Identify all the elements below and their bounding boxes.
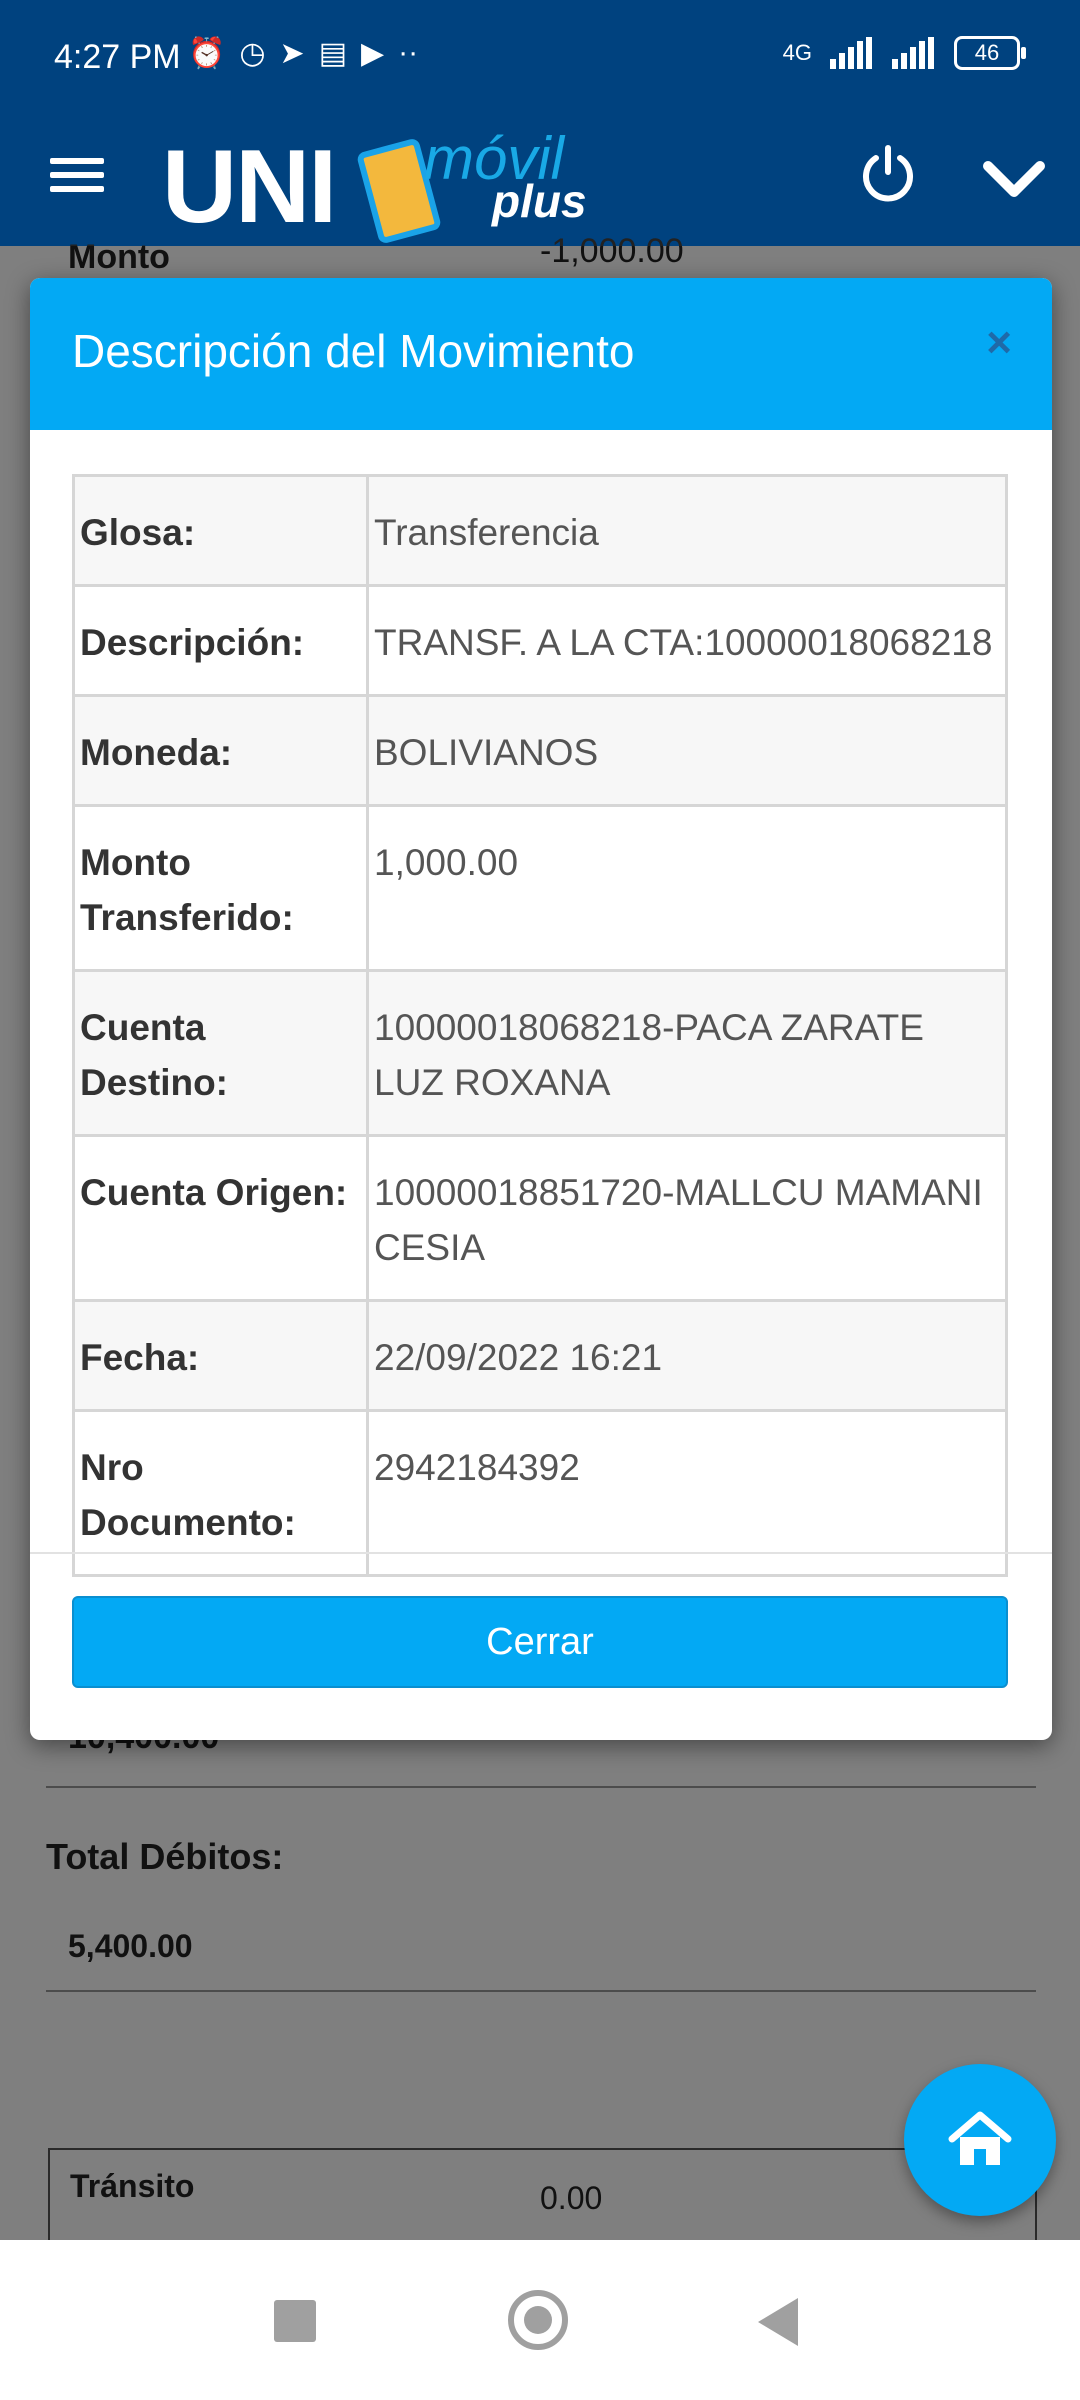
app-topbar: 4:27 PM ⏰ ◷ ➤ ▤ ▶ ·· 4G 46 UNI móvil plu…	[0, 0, 1080, 246]
table-row: Fecha: 22/09/2022 16:21	[72, 1299, 1008, 1412]
row-value: 10000018851720-MALLCU MAMANI CESIA	[366, 1134, 1008, 1302]
movement-detail-table: Glosa: Transferencia Descripción: TRANSF…	[72, 474, 1008, 1577]
home-nav-icon[interactable]	[508, 2290, 568, 2350]
row-label: Cuenta Destino:	[72, 969, 369, 1137]
table-row: Moneda: BOLIVIANOS	[72, 694, 1008, 807]
table-row: Descripción: TRANSF. A LA CTA:1000001806…	[72, 584, 1008, 697]
signal-icon	[830, 37, 872, 69]
movement-detail-modal: Descripción del Movimiento × Glosa: Tran…	[30, 278, 1052, 1740]
network-type: 4G	[782, 40, 812, 65]
signal-icon-2	[892, 37, 934, 69]
row-value: 2942184392	[366, 1409, 1008, 1577]
youtube-icon: ▶	[361, 37, 385, 70]
row-label: Moneda:	[72, 694, 369, 807]
telegram-icon: ➤	[279, 37, 305, 70]
row-label: Nro Documento:	[72, 1409, 369, 1577]
row-value: TRANSF. A LA CTA:10000018068218	[366, 584, 1008, 697]
logo-plus: plus	[492, 175, 587, 227]
row-label: Fecha:	[72, 1299, 369, 1412]
close-button[interactable]: Cerrar	[72, 1596, 1008, 1688]
app-header: UNI móvil plus	[0, 120, 1080, 246]
modal-header: Descripción del Movimiento ×	[30, 278, 1052, 430]
home-button[interactable]	[904, 2064, 1056, 2216]
alarm-icon: ◷	[239, 37, 266, 70]
chevron-down-icon[interactable]	[978, 142, 1050, 214]
system-nav-bar	[0, 2240, 1080, 2400]
row-value: 22/09/2022 16:21	[366, 1299, 1008, 1412]
home-icon	[948, 2111, 1012, 2165]
status-bar: 4:27 PM ⏰ ◷ ➤ ▤ ▶ ·· 4G 46	[0, 0, 1080, 120]
table-row: Glosa: Transferencia	[72, 474, 1008, 587]
more-dots-icon: ··	[398, 36, 419, 69]
row-value: 1,000.00	[366, 804, 1008, 972]
row-label: Monto Transferido:	[72, 804, 369, 972]
row-value: BOLIVIANOS	[366, 694, 1008, 807]
modal-footer-divider	[30, 1552, 1052, 1554]
hamburger-icon[interactable]	[50, 150, 104, 210]
back-icon[interactable]	[758, 2298, 798, 2346]
battery-icon: 46	[954, 36, 1026, 70]
notification-icons: ⏰ ◷ ➤ ▤ ▶ ··	[188, 36, 418, 71]
table-row: Cuenta Origen: 10000018851720-MALLCU MAM…	[72, 1134, 1008, 1302]
row-label: Cuenta Origen:	[72, 1134, 369, 1302]
app-logo: UNI móvil plus	[162, 125, 587, 245]
status-time: 4:27 PM	[54, 38, 181, 76]
logo-uni: UNI	[162, 129, 337, 245]
table-row: Nro Documento: 2942184392	[72, 1409, 1008, 1577]
row-value: Transferencia	[366, 474, 1008, 587]
row-value: 10000018068218-PACA ZARATE LUZ ROXANA	[366, 969, 1008, 1137]
close-icon[interactable]: ×	[986, 318, 1012, 368]
news-icon: ▤	[318, 37, 348, 70]
battery-level: 46	[974, 40, 1000, 65]
row-label: Glosa:	[72, 474, 369, 587]
status-right: 4G 46	[782, 36, 1026, 70]
modal-title: Descripción del Movimiento	[72, 325, 635, 377]
table-row: Monto Transferido: 1,000.00	[72, 804, 1008, 972]
row-label: Descripción:	[72, 584, 369, 697]
recents-icon[interactable]	[274, 2300, 316, 2342]
power-icon[interactable]	[856, 142, 920, 206]
mute-alarm-icon: ⏰	[188, 37, 226, 70]
table-row: Cuenta Destino: 10000018068218-PACA ZARA…	[72, 969, 1008, 1137]
